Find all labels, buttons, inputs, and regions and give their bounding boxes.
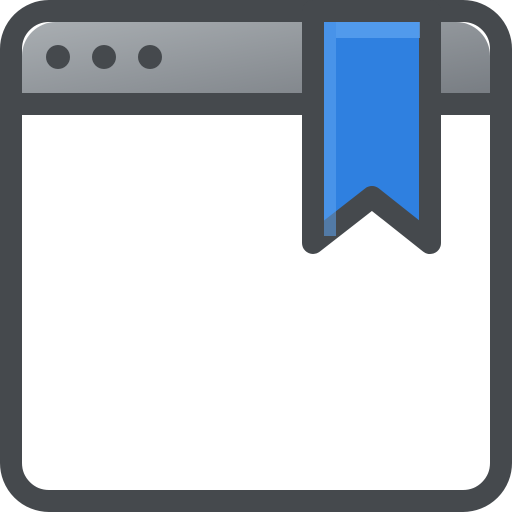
window-dot-1 [46,45,70,69]
bookmarked-browser-window-icon [0,0,512,512]
icon-svg [0,0,512,512]
window-dot-3 [138,45,162,69]
bookmark-ribbon-icon [302,0,441,254]
window-dot-2 [92,45,116,69]
